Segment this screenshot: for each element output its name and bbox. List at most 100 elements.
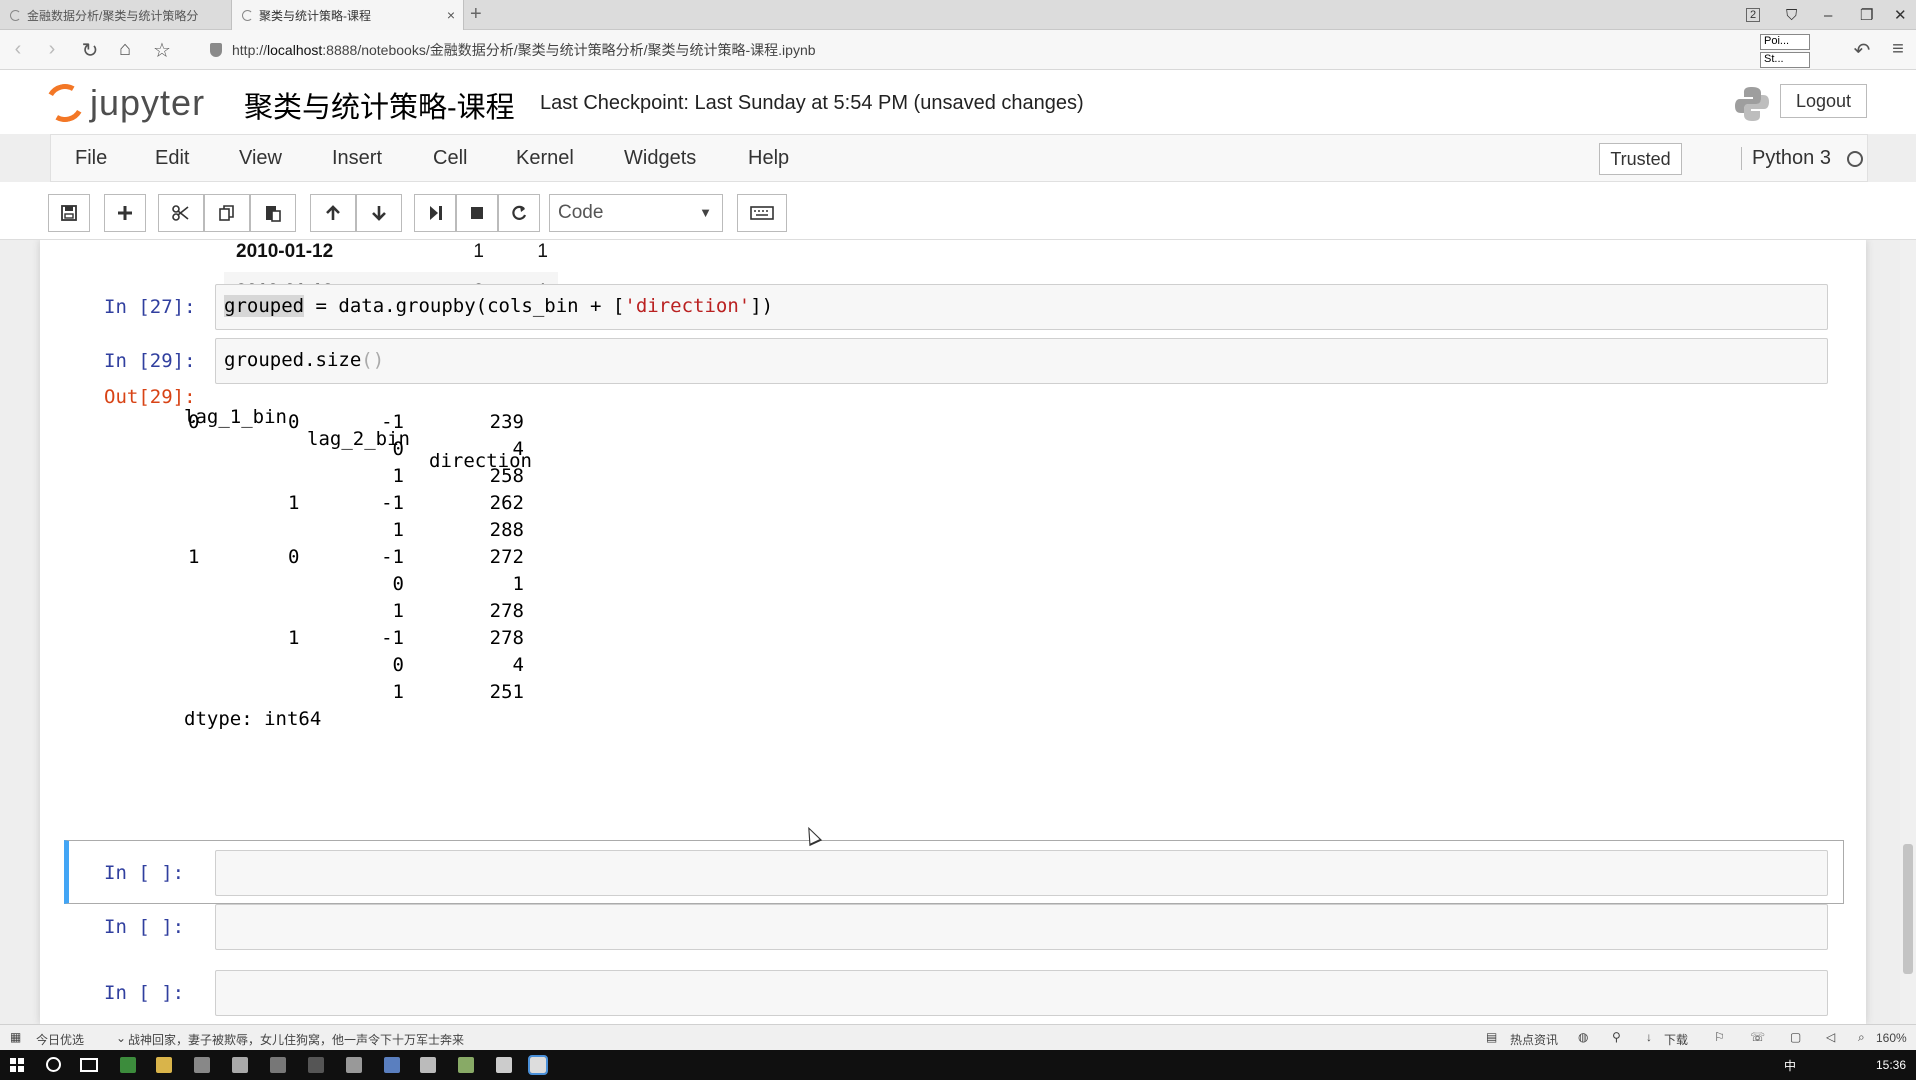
browser-tab[interactable]: 金融数据分析/聚类与统计策略分	[0, 0, 232, 30]
restore-icon[interactable]: ❐	[1860, 0, 1873, 30]
stop-icon	[471, 207, 483, 219]
menu-help[interactable]: Help	[748, 147, 789, 170]
status-left-label[interactable]: 今日优选	[36, 1031, 84, 1048]
minimize-icon[interactable]: –	[1824, 0, 1832, 30]
menu-insert[interactable]: Insert	[332, 147, 382, 170]
jupyter-logo[interactable]: jupyter	[41, 79, 205, 127]
star-icon[interactable]: ☆	[150, 38, 174, 63]
code-token: grouped.size	[224, 349, 362, 371]
input-language[interactable]: 中	[1784, 1057, 1796, 1074]
menu-view[interactable]: View	[239, 147, 282, 170]
output-value: 1	[512, 573, 524, 595]
hot-news-label[interactable]: 热点资讯	[1510, 1031, 1558, 1048]
vertical-scrollbar[interactable]	[1900, 240, 1916, 1024]
code-token: grouped	[224, 295, 305, 317]
pin-icon[interactable]: ⚲	[1612, 1030, 1621, 1044]
notebook-name[interactable]: 聚类与统计策略-课程	[244, 84, 515, 126]
folder-app-icon[interactable]	[156, 1057, 172, 1073]
reload-icon[interactable]: ↻	[78, 38, 102, 63]
forward-icon[interactable]: ›	[40, 38, 64, 61]
windows-start-icon[interactable]	[10, 1058, 24, 1072]
menu-file[interactable]: File	[75, 147, 107, 170]
code-cell-input[interactable]: grouped.size()	[215, 338, 1828, 384]
app-icon[interactable]	[232, 1057, 248, 1073]
flag-icon[interactable]: ⚐	[1714, 1030, 1725, 1044]
code-cell-input[interactable]: grouped = data.groupby(cols_bin + ['dire…	[215, 284, 1828, 330]
zoom-level[interactable]: 160%	[1876, 1031, 1907, 1045]
copy-button[interactable]	[204, 194, 250, 232]
download-icon[interactable]: ↓	[1646, 1030, 1652, 1044]
menu-edit[interactable]: Edit	[155, 147, 189, 170]
home-icon[interactable]: ⌂	[113, 38, 137, 61]
taskbar-clock[interactable]: 15:36	[1876, 1058, 1906, 1072]
menu-icon[interactable]: ≡	[1886, 38, 1910, 61]
back-icon[interactable]: ‹	[6, 38, 30, 61]
active-app-icon[interactable]	[528, 1055, 548, 1075]
app-icon[interactable]	[270, 1057, 286, 1073]
paste-button[interactable]	[250, 194, 296, 232]
run-button[interactable]	[414, 194, 456, 232]
window-icon[interactable]: ▢	[1790, 1030, 1801, 1044]
task-view-icon[interactable]	[80, 1058, 98, 1072]
output-value: 1	[288, 627, 300, 649]
move-up-button[interactable]	[310, 194, 356, 232]
output-value: 0	[288, 411, 300, 433]
mobile-icon[interactable]: ☏	[1750, 1030, 1765, 1044]
volume-icon[interactable]: ◁	[1826, 1030, 1835, 1044]
news-ticker[interactable]: 战神回家，妻子被欺辱，女儿住狗窝，他一声令下十万军士奔来	[128, 1031, 464, 1048]
badge-count[interactable]: 2	[1746, 0, 1761, 30]
interrupt-button[interactable]	[456, 194, 498, 232]
browser-app-icon[interactable]	[120, 1057, 136, 1073]
copy-icon	[219, 205, 234, 221]
restart-button[interactable]	[498, 194, 540, 232]
input-prompt: In [ ]:	[104, 982, 185, 1004]
kernel-idle-icon	[1847, 151, 1863, 167]
python-logo-icon	[1735, 87, 1769, 121]
notebook-container: 2010-01-12 1 1 2010-01-13 0 1 In [27]: g…	[40, 240, 1866, 1024]
app-icon[interactable]	[420, 1057, 436, 1073]
trusted-indicator[interactable]: Trusted	[1599, 143, 1682, 175]
close-tab-icon[interactable]: ×	[447, 7, 455, 23]
command-palette-button[interactable]	[737, 194, 787, 232]
notebook-scroll-area[interactable]: 2010-01-12 1 1 2010-01-13 0 1 In [27]: g…	[0, 240, 1916, 1024]
table-cell: 1	[537, 241, 548, 262]
browser-status-bar: ▦ 今日优选 ⌄ 战神回家，妻子被欺辱，女儿住狗窝，他一声令下十万军士奔来 ▤ …	[0, 1024, 1916, 1050]
menu-widgets[interactable]: Widgets	[624, 147, 696, 170]
download-label[interactable]: 下载	[1664, 1031, 1688, 1048]
output-value: 278	[489, 627, 524, 649]
menu-cell[interactable]: Cell	[433, 147, 467, 170]
url-field[interactable]: http://localhost:8888/notebooks/金融数据分析/聚…	[210, 38, 816, 62]
menu-kernel[interactable]: Kernel	[516, 147, 574, 170]
loading-icon	[10, 9, 21, 21]
output-value: 262	[489, 492, 524, 514]
logout-button[interactable]: Logout	[1780, 84, 1867, 118]
cell-type-select[interactable]: Code ▼	[549, 194, 723, 232]
code-cell-input[interactable]	[215, 970, 1828, 1016]
code-token: ])	[750, 295, 774, 317]
app-icon[interactable]	[194, 1057, 210, 1073]
insert-cell-button[interactable]	[104, 194, 146, 232]
scrollbar-thumb[interactable]	[1903, 844, 1913, 974]
arrow-down-icon	[372, 206, 386, 221]
move-down-button[interactable]	[356, 194, 402, 232]
close-window-icon[interactable]: ✕	[1894, 0, 1907, 30]
app-icon[interactable]	[384, 1057, 400, 1073]
kernel-name[interactable]: Python 3	[1741, 147, 1831, 170]
undo-icon[interactable]: ↶	[1850, 38, 1874, 63]
shirt-icon[interactable]: ⛉	[1786, 0, 1797, 30]
zoom-icon[interactable]: ⌕	[1858, 1030, 1865, 1045]
new-tab-button[interactable]: +	[470, 3, 482, 26]
app-icon[interactable]	[458, 1057, 474, 1073]
shield-icon[interactable]: ◍	[1578, 1030, 1588, 1044]
code-cell-input[interactable]	[215, 904, 1828, 950]
news-icon: ▤	[1486, 1030, 1498, 1044]
cut-button[interactable]	[158, 194, 204, 232]
search-icon[interactable]	[46, 1057, 61, 1072]
code-cell-input[interactable]	[215, 850, 1828, 896]
app-icon[interactable]	[308, 1057, 324, 1073]
app-icon[interactable]	[346, 1057, 362, 1073]
browser-tab-active[interactable]: 聚类与统计策略-课程 ×	[232, 0, 464, 30]
save-button[interactable]	[48, 194, 90, 232]
app-icon[interactable]	[496, 1057, 512, 1073]
loading-icon	[242, 9, 253, 21]
